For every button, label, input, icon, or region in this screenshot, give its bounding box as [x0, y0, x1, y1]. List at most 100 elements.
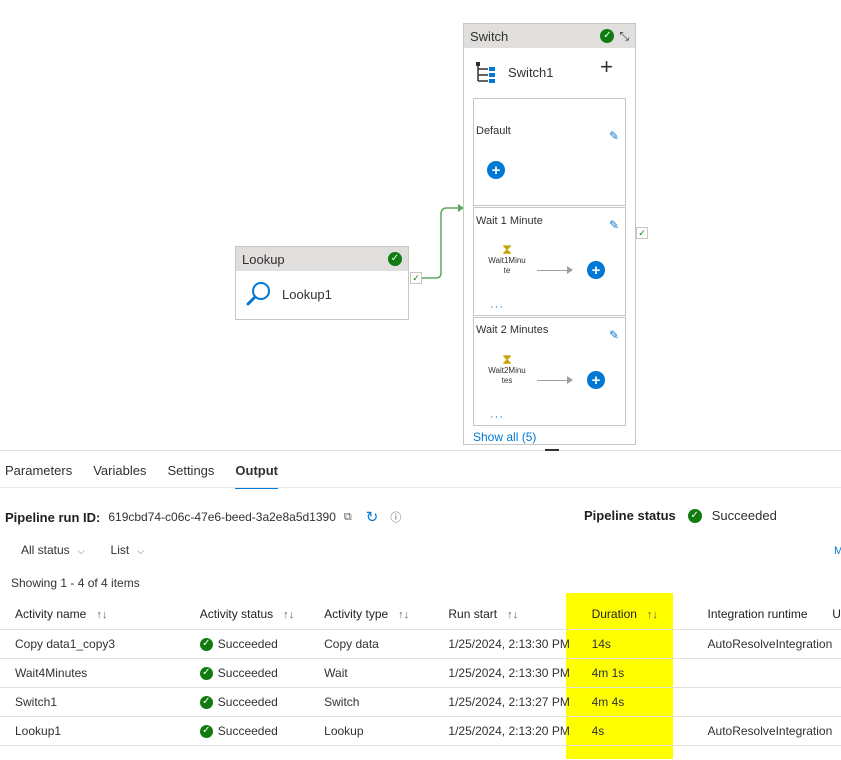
col-activity-type[interactable]: Activity type ↑↓ [324, 599, 448, 630]
activity-name-cell[interactable]: Copy data1_copy3 [0, 629, 200, 659]
tabs-divider [0, 487, 841, 488]
switch-case-default[interactable]: Default ✎ + [473, 98, 626, 206]
switch-node-type: Switch [470, 28, 509, 44]
status-text: Succeeded [217, 695, 278, 709]
pipeline-canvas[interactable]: Lookup ✓ Lookup1 ✓ Switch ✓ ⤡ Switch1 + … [0, 0, 841, 450]
run-start-cell: 1/25/2024, 2:13:30 PM [448, 629, 577, 659]
run-id-value: 619cbd74-c06c-47e6-beed-3a2e8a5d1390 [108, 510, 336, 524]
status-filter-dropdown[interactable]: All status ⌵ [21, 543, 85, 557]
col-activity-status[interactable]: Activity status ↑↓ [200, 599, 324, 630]
refresh-icon[interactable]: ↻ [366, 508, 379, 526]
wait-activity-name-wrap: te [503, 266, 511, 275]
sort-icon[interactable]: ↑↓ [398, 609, 409, 621]
pipeline-status: Pipeline status ✓ Succeeded [584, 508, 777, 523]
duration-cell: 4m 1s [576, 658, 700, 688]
truncated-cell [832, 687, 841, 717]
hourglass-icon: ⧗ [502, 241, 512, 257]
runtime-value: AutoResolveIntegration [707, 637, 833, 651]
activity-type-cell: Switch [324, 687, 449, 717]
truncated-cell [832, 716, 841, 746]
truncated-link[interactable]: M [834, 545, 841, 557]
duration-value: 4m 4s [591, 695, 625, 709]
view-mode-label: List [110, 543, 130, 557]
duration-cell: 14s [576, 629, 700, 659]
table-row[interactable]: Copy data1_copy3 ✓ Succeeded Copy data 1/25/… [0, 629, 841, 659]
lookup-activity-node[interactable]: Lookup ✓ Lookup1 [235, 246, 409, 320]
sort-icon[interactable]: ↑↓ [283, 609, 294, 621]
success-check-icon: ✓ [600, 29, 615, 43]
run-start-cell: 1/25/2024, 2:13:20 PM [448, 716, 577, 746]
success-check-icon: ✓ [199, 724, 213, 738]
success-check-icon: ✓ [199, 637, 213, 651]
tab-output[interactable]: Output [235, 463, 279, 489]
switch-case-wait-1-minute[interactable]: Wait 1 Minute ✎ ⧗ Wait1Minu te + ··· [473, 207, 626, 316]
success-output-handle[interactable]: ✓ [410, 272, 422, 284]
activity-name-cell[interactable]: Wait4Minutes [0, 658, 200, 688]
table-row[interactable]: Wait4Minutes ✓ Succeeded Wait 1/25/2024, 2:1… [0, 658, 841, 688]
more-dots-icon[interactable]: ··· [490, 411, 504, 423]
tab-settings[interactable]: Settings [167, 463, 214, 487]
copy-icon[interactable]: ⧉ [344, 511, 352, 524]
status-text: Succeeded [217, 637, 278, 651]
panel-resize-handle[interactable] [545, 449, 559, 451]
collapse-icon[interactable]: ⤡ [619, 29, 629, 44]
activity-name-cell[interactable]: Switch1 [0, 687, 200, 717]
sort-icon[interactable]: ↑↓ [647, 609, 658, 621]
status-text: Succeeded [217, 666, 278, 680]
activity-type-cell: Copy data [324, 629, 449, 659]
dependency-connector [422, 204, 464, 279]
col-duration[interactable]: Duration ↑↓ [577, 599, 700, 630]
lookup-node-type: Lookup [242, 251, 285, 267]
flow-arrow [537, 380, 569, 381]
sort-icon[interactable]: ↑↓ [96, 609, 107, 621]
add-activity-plus-icon[interactable]: + [487, 161, 505, 179]
table-row[interactable]: Switch1 ✓ Succeeded Switch 1/25/2024, 2:13:2… [0, 687, 841, 717]
duration-cell: 4s [576, 716, 700, 746]
more-dots-icon[interactable]: ··· [490, 301, 504, 313]
col-truncated[interactable]: U [832, 599, 841, 630]
wait-activity-name: Wait1Minu [488, 256, 526, 265]
add-case-plus-icon[interactable]: + [600, 56, 613, 78]
switch-case-wait-2-minutes[interactable]: Wait 2 Minutes ✎ ⧗ Wait2Minu tes + ··· [473, 317, 626, 426]
case-title: Wait 2 Minutes [476, 324, 549, 336]
edit-pencil-icon[interactable]: ✎ [609, 218, 619, 232]
success-check-icon: ✓ [199, 666, 213, 680]
chevron-down-icon: ⌵ [77, 546, 85, 556]
flow-arrow [537, 270, 569, 271]
panel-tabs: Parameters Variables Settings Output [0, 463, 299, 489]
col-integration-runtime[interactable]: Integration runtime [700, 599, 833, 630]
case-title: Default [476, 125, 511, 137]
status-text: Succeeded [217, 724, 278, 738]
duration-cell: 4m 4s [576, 687, 700, 717]
activity-status-cell: ✓ Succeeded [199, 658, 325, 688]
status-value: Succeeded [711, 508, 777, 523]
tab-parameters[interactable]: Parameters [5, 463, 72, 487]
status-label: Pipeline status [584, 508, 676, 523]
activity-name-cell[interactable]: Lookup1 [0, 716, 200, 746]
truncated-cell [832, 629, 841, 659]
integration-runtime-cell [699, 687, 833, 717]
col-activity-name[interactable]: Activity name ↑↓ [0, 599, 200, 630]
integration-runtime-cell [699, 658, 833, 688]
hourglass-icon: ⧗ [502, 351, 512, 367]
edit-pencil-icon[interactable]: ✎ [609, 129, 619, 143]
add-activity-plus-icon[interactable]: + [587, 261, 605, 279]
duration-value: 14s [591, 637, 611, 651]
info-icon[interactable]: ⓘ [390, 509, 401, 525]
add-activity-plus-icon[interactable]: + [587, 371, 605, 389]
table-row[interactable]: Lookup1 ✓ Succeeded Lookup 1/25/2024, 2:13:2… [0, 716, 841, 746]
run-start-cell: 1/25/2024, 2:13:27 PM [448, 687, 577, 717]
view-mode-dropdown[interactable]: List ⌵ [111, 543, 145, 557]
sort-icon[interactable]: ↑↓ [507, 609, 518, 621]
switch-activity-node[interactable]: Switch ✓ ⤡ Switch1 + Default ✎ + Wait 1 … [463, 23, 636, 445]
switch-activity-name: Switch1 [508, 64, 554, 80]
success-output-handle[interactable]: ✓ [636, 227, 648, 239]
show-all-cases-link[interactable]: Show all (5) [473, 430, 536, 444]
tab-variables[interactable]: Variables [93, 463, 146, 487]
wait-activity[interactable]: ⧗ Wait1Minu te [484, 241, 530, 276]
arrow-head-icon [567, 266, 573, 274]
wait-activity[interactable]: ⧗ Wait2Minu tes [484, 351, 530, 386]
col-run-start[interactable]: Run start ↑↓ [448, 599, 576, 630]
edit-pencil-icon[interactable]: ✎ [609, 328, 619, 342]
activity-type-cell: Lookup [324, 716, 449, 746]
